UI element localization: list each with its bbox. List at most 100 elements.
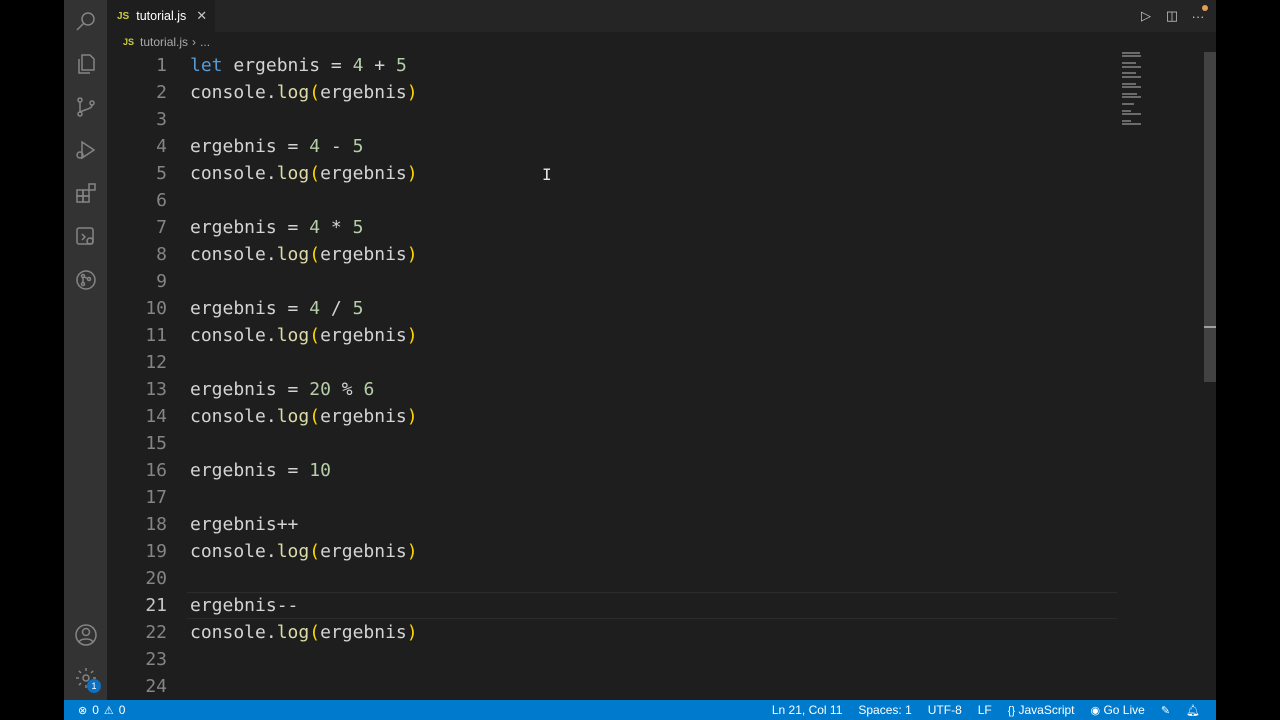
code-token: ) [406,244,418,265]
code-token: ( [309,163,321,184]
language-label: JavaScript [1018,703,1075,717]
code-text: console.log(ergebnis) [190,619,418,646]
code-token: 10 [309,460,331,481]
code-token: 5 [395,55,407,76]
code-text: ergebnis = 4 / 5 [190,295,363,322]
code-token: log [276,244,310,265]
code-token: % [330,379,364,400]
tab-tutorial-js[interactable]: JS tutorial.js ✕ [107,0,215,32]
search-icon[interactable] [73,8,99,34]
code-line[interactable]: 18 ergebnis++ [107,511,1173,538]
code-line[interactable]: 21 ergebnis-- [107,592,1173,619]
split-editor-icon[interactable]: ◫ [1164,8,1180,24]
end-of-line[interactable]: LF [978,703,992,717]
code-token: ( [309,82,321,103]
problems-indicator[interactable]: ⊗ 0 ⚠ 0 [78,703,125,717]
minimap-line [1122,65,1141,68]
code-line[interactable]: 15 [107,430,1173,457]
minimap[interactable] [1122,52,1142,126]
code-line[interactable]: 23 [107,646,1173,673]
code-line[interactable]: 13 ergebnis = 20 % 6 [107,376,1173,403]
feedback-icon[interactable]: ✎ [1161,704,1170,717]
code-line[interactable]: 9 [107,268,1173,295]
scrollbar-thumb[interactable] [1204,52,1216,382]
code-line[interactable]: 17 [107,484,1173,511]
code-token: ) [406,82,418,103]
line-number: 16 [145,460,167,481]
code-text: ergebnis = 10 [190,457,331,484]
code-token: console. [190,541,277,562]
code-token: = [287,217,310,238]
code-token: log [276,325,310,346]
code-text: console.log(ergebnis) [190,403,418,430]
code-line[interactable]: 8 console.log(ergebnis) [107,241,1173,268]
code-line[interactable]: 1 let ergebnis = 4 + 5 [107,52,1173,79]
language-mode[interactable]: {} JavaScript [1008,703,1075,717]
explorer-icon[interactable] [73,51,99,77]
code-token: ( [309,622,321,643]
code-line[interactable]: 14 console.log(ergebnis) [107,403,1173,430]
code-token: console. [190,325,277,346]
code-token: ergebnis [320,82,407,103]
code-line[interactable]: 22 console.log(ergebnis) [107,619,1173,646]
minimap-line [1122,55,1141,58]
breadcrumb-separator: › [192,35,197,49]
remote-explorer-icon[interactable] [73,224,99,250]
code-line[interactable]: 10 ergebnis = 4 / 5 [107,295,1173,322]
source-control-icon[interactable] [73,94,99,120]
code-token: = [287,136,310,157]
code-line[interactable]: 12 [107,349,1173,376]
code-line[interactable]: 24 [107,673,1173,700]
code-line[interactable]: 3 [107,106,1173,133]
encoding[interactable]: UTF-8 [928,703,962,717]
run-file-icon[interactable]: ▷ [1138,8,1154,24]
account-icon[interactable] [73,622,99,648]
code-token: ( [309,325,321,346]
minimap-line [1122,72,1137,75]
git-graph-icon[interactable] [73,267,99,293]
line-number: 2 [156,82,167,103]
manage-gear-icon[interactable]: 1 [73,665,101,693]
code-line[interactable]: 20 [107,565,1173,592]
code-line[interactable]: 4 ergebnis = 4 - 5 [107,133,1173,160]
code-token: = [330,55,353,76]
settings-update-badge: 1 [87,679,101,693]
line-number: 17 [145,487,167,508]
code-line[interactable]: 7 ergebnis = 4 * 5 [107,214,1173,241]
bell-icon[interactable]: 🔔︎ [1186,704,1200,717]
run-debug-icon[interactable] [73,137,99,163]
code-token: 4 [352,55,364,76]
code-text: console.log(ergebnis) [190,160,418,187]
code-line[interactable]: 19 console.log(ergebnis) [107,538,1173,565]
code-line[interactable]: 5 console.log(ergebnis) [107,160,1173,187]
code-editor[interactable]: 1 let ergebnis = 4 + 5 2 console.log(ergebn… [107,52,1173,700]
indentation[interactable]: Spaces: 1 [858,703,911,717]
line-number: 24 [145,676,167,697]
code-text: ergebnis = 20 % 6 [190,376,374,403]
go-live-button[interactable]: ◉ Go Live [1091,703,1145,717]
line-number: 15 [145,433,167,454]
code-line[interactable]: 11 console.log(ergebnis) [107,322,1173,349]
line-number: 4 [156,136,167,157]
code-token: ergebnis [320,163,407,184]
code-token: let [190,55,223,76]
vertical-scrollbar[interactable] [1204,52,1216,700]
code-token: ergebnis [320,406,407,427]
code-line[interactable]: 6 [107,187,1173,214]
breadcrumb-file[interactable]: tutorial.js [140,35,188,49]
extensions-icon[interactable] [73,180,99,206]
code-token: log [276,82,310,103]
code-text: ergebnis++ [190,511,298,538]
code-token: ) [406,163,418,184]
cursor-position[interactable]: Ln 21, Col 11 [772,703,843,717]
code-token: console. [190,406,277,427]
minimap-line [1122,119,1131,122]
javascript-file-icon: JS [123,37,135,47]
breadcrumb-symbols[interactable]: ... [200,35,210,49]
code-line[interactable]: 16 ergebnis = 10 [107,457,1173,484]
close-icon[interactable]: ✕ [196,8,207,24]
vscode-window: 1 JS tutorial.js ✕ ▷ ◫ ··· JS tutorial.j… [64,0,1216,720]
line-number: 18 [145,514,167,535]
code-line[interactable]: 2 console.log(ergebnis) [107,79,1173,106]
go-live-label: Go Live [1103,703,1145,717]
